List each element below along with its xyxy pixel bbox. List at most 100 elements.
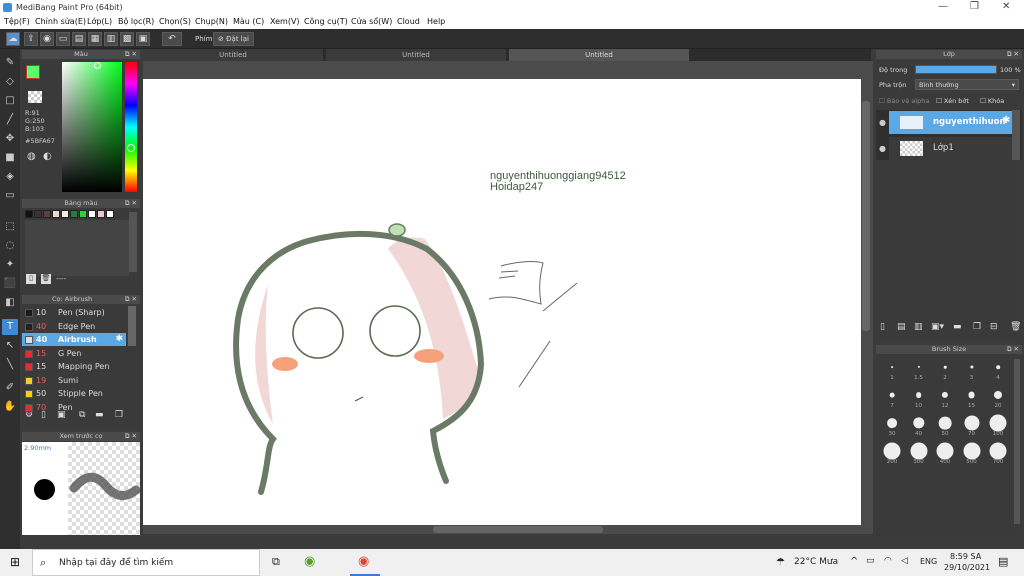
horizontal-scrollbar[interactable] [433, 526, 603, 533]
settings-icon[interactable]: ▣ [136, 32, 150, 46]
brush-size-cell[interactable]: 50 [932, 413, 958, 438]
palette-swatch[interactable] [70, 210, 78, 218]
blend-mode-select[interactable]: Bình thường ▾ [915, 79, 1019, 90]
brush-item[interactable]: 15 Mapping Pen [22, 360, 126, 373]
brush-size-cell[interactable]: 2 [932, 357, 958, 382]
close-icon[interactable]: ⧉ ✕ [125, 199, 137, 208]
close-icon[interactable]: ⧉ ✕ [1007, 345, 1019, 354]
menu-file[interactable]: Tệp(F) [4, 17, 30, 26]
brush-item[interactable]: 40 Airbrush ✱ [22, 333, 126, 346]
tab-untitled-2[interactable]: Untitled [326, 49, 506, 61]
palette-swatch[interactable] [88, 210, 96, 218]
brush-item[interactable]: 40 Edge Pen [22, 320, 126, 333]
brush-size-cell[interactable]: 1 [879, 357, 905, 382]
folder-icon[interactable]: ▬ [953, 322, 962, 332]
vertical-scrollbar[interactable] [862, 101, 870, 331]
fill-rect-tool-icon[interactable]: ■ [2, 150, 18, 166]
sv-cursor[interactable] [94, 62, 101, 69]
palette-swatch[interactable] [106, 210, 114, 218]
lasso-tool-icon[interactable]: ◌ [2, 238, 18, 254]
clipping-checkbox[interactable]: ☐ Xén bớt [936, 97, 969, 105]
layer-row[interactable]: Lớp1 [889, 137, 1012, 160]
brush-size-cell[interactable]: 500 [959, 441, 985, 466]
brush-scrollbar[interactable] [128, 306, 136, 346]
brush-size-cell[interactable]: 70 [959, 413, 985, 438]
palette-swatch[interactable] [43, 210, 51, 218]
reset-button[interactable]: ⊘ Đặt lại [213, 32, 254, 46]
brush-item[interactable]: 50 Stipple Pen [22, 387, 126, 400]
magic-wand-tool-icon[interactable]: ✦ [2, 257, 18, 273]
trash-icon[interactable]: 🗑 [41, 274, 51, 284]
layout-icon[interactable]: ▥ [104, 32, 118, 46]
text-tool-icon[interactable]: T [2, 319, 18, 335]
wifi-icon[interactable]: ◠ [884, 556, 892, 566]
language-indicator[interactable]: ENG [920, 557, 937, 566]
brush-size-cell[interactable]: 300 [906, 441, 932, 466]
gear-icon[interactable]: ✱ [1002, 115, 1010, 126]
brush-tool-icon[interactable]: ✎ [2, 55, 18, 71]
weather-text[interactable]: 22°C Mưa [794, 557, 838, 567]
menu-window[interactable]: Cửa sổ(W) [351, 17, 392, 26]
notification-icon[interactable]: ▤ [998, 555, 1008, 568]
brush-size-cell[interactable]: 700 [985, 441, 1011, 466]
brush-size-cell[interactable]: 30 [879, 413, 905, 438]
clock-date[interactable]: 29/10/2021 [944, 563, 990, 572]
select-pen-tool-icon[interactable]: ⬛ [2, 276, 18, 292]
clock-time[interactable]: 8:59 SA [950, 552, 981, 561]
brush-size-cell[interactable]: 4 [985, 357, 1011, 382]
move-tool-icon[interactable]: ✥ [2, 131, 18, 147]
brush-size-cell[interactable]: 15 [959, 385, 985, 410]
brush-item[interactable]: 15 G Pen [22, 347, 126, 360]
brush-item[interactable]: 10 Pen (Sharp) [22, 306, 126, 319]
menu-select[interactable]: Chọn(S) [159, 17, 191, 26]
visibility-icon[interactable]: ● [879, 144, 886, 153]
protect-alpha-checkbox[interactable]: ☐ Bảo vệ alpha [879, 97, 929, 105]
grid-icon[interactable]: ▦ [88, 32, 102, 46]
maximize-button[interactable]: ❐ [970, 1, 979, 12]
menu-help[interactable]: Help [427, 17, 445, 26]
panel-divide-tool-icon[interactable]: ╲ [2, 357, 18, 373]
brush-item[interactable]: 70 Pen [22, 401, 126, 414]
menu-filter[interactable]: Bộ lọc(R) [118, 17, 154, 26]
lock-checkbox[interactable]: ☐ Khóa [980, 97, 1004, 105]
palette-scrollbar[interactable] [129, 212, 137, 272]
battery-icon[interactable]: ▭ [866, 556, 875, 566]
palette-swatch[interactable] [97, 210, 105, 218]
panel-icon[interactable]: ▩ [120, 32, 134, 46]
brush-size-cell[interactable]: 40 [906, 413, 932, 438]
speaker-icon[interactable]: ◁ [901, 556, 908, 566]
duplicate-layer-icon[interactable]: ❐ [973, 322, 981, 332]
hand-tool-icon[interactable]: ✋ [2, 399, 18, 415]
close-button[interactable]: ✕ [1002, 1, 1010, 12]
brush-size-cell[interactable]: 10 [906, 385, 932, 410]
drawing-canvas[interactable]: nguyenthihuonggiang94512 Hoidap247 [143, 79, 861, 525]
rect-tool-icon[interactable]: □ [2, 93, 18, 109]
medibang-taskbar-icon[interactable]: ◉ [358, 554, 369, 569]
minimize-button[interactable]: — [938, 1, 948, 12]
menu-edit[interactable]: Chỉnh sửa(E) [35, 17, 86, 26]
merge-layer-icon[interactable]: ⊟ [990, 322, 998, 332]
task-view-icon[interactable]: ⧉ [272, 555, 280, 569]
eraser-tool-icon[interactable]: ◇ [2, 74, 18, 90]
app-pinned-icon[interactable]: ◉ [304, 554, 315, 569]
saturation-value-picker[interactable] [62, 62, 122, 192]
page-icon[interactable]: ▤ [72, 32, 86, 46]
transparent-swatch[interactable] [28, 91, 42, 103]
add-layer-menu-icon[interactable]: ▣▾ [931, 322, 944, 332]
select-tool-icon[interactable]: ⬚ [2, 219, 18, 235]
hue-slider[interactable] [125, 62, 137, 192]
tab-untitled-1[interactable]: Untitled [143, 49, 323, 61]
cloud-icon[interactable]: ☁ [6, 32, 20, 46]
new-palette-icon[interactable]: ▯ [26, 274, 36, 284]
opacity-slider[interactable] [915, 65, 997, 74]
brush-size-scrollbar[interactable] [1014, 359, 1020, 524]
palette-swatch[interactable] [25, 210, 33, 218]
foreground-color-swatch[interactable] [26, 65, 40, 79]
menu-view[interactable]: Xem(V) [270, 17, 300, 26]
brush-size-cell[interactable]: 20 [985, 385, 1011, 410]
search-box[interactable]: ⌕ Nhập tại đây để tìm kiếm [32, 549, 260, 576]
palette-swatch[interactable] [52, 210, 60, 218]
bucket-tool-icon[interactable]: ◈ [2, 169, 18, 185]
select-eraser-tool-icon[interactable]: ◧ [2, 295, 18, 311]
close-icon[interactable]: ⧉ ✕ [1007, 50, 1019, 59]
